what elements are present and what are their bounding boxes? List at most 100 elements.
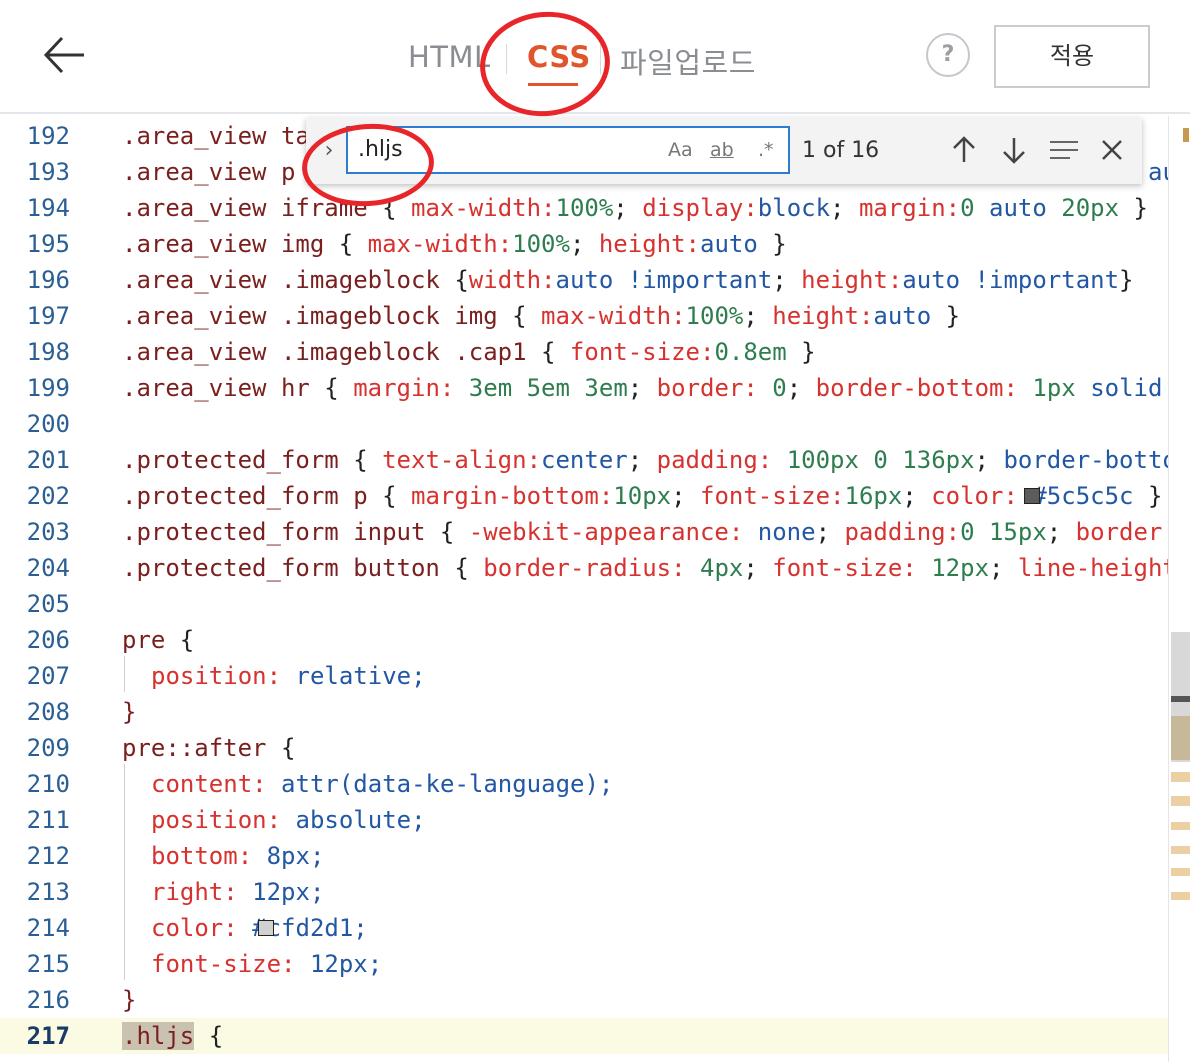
code-line: 199 .area_view hr { margin: 3em 5em 3em;… xyxy=(0,370,1190,406)
line-number: 205 xyxy=(26,590,70,618)
code-text: .area_view .imageblock .cap1 { font-size… xyxy=(122,338,816,366)
minimap-marker xyxy=(1171,796,1190,806)
match-count: 1 of 16 xyxy=(802,138,880,163)
line-number: 208 xyxy=(26,698,70,726)
code-text: content: attr(data-ke-language); xyxy=(151,770,614,798)
line-number: 199 xyxy=(26,374,70,402)
line-number: 209 xyxy=(26,734,70,762)
line-number: 197 xyxy=(26,302,70,330)
code-line: 209 pre::after { xyxy=(0,730,1190,766)
line-number: 207 xyxy=(26,662,70,690)
code-text: pre::after { xyxy=(122,734,296,762)
line-number: 193 xyxy=(26,158,70,186)
minimap-marker xyxy=(1171,772,1190,782)
line-number: 194 xyxy=(26,194,70,222)
next-match-icon[interactable] xyxy=(996,130,1032,170)
line-number: 195 xyxy=(26,230,70,258)
line-number: 192 xyxy=(26,122,70,150)
active-tab-indicator xyxy=(528,83,578,86)
code-line-current: 217 .hljs { xyxy=(0,1018,1190,1054)
code-line: 206 pre { xyxy=(0,622,1190,658)
code-text: .area_view .imageblock {width:auto !impo… xyxy=(122,266,1134,294)
tab-file-upload[interactable]: 파일업로드 xyxy=(620,40,756,82)
code-line: 196 .area_view .imageblock {width:auto !… xyxy=(0,262,1190,298)
regex-toggle[interactable]: .* xyxy=(758,128,774,172)
code-line: 214 color: #cfd2d1; xyxy=(0,910,1190,946)
code-text: .protected_form p { margin-bottom:10px; … xyxy=(122,482,1163,510)
tab-divider xyxy=(506,44,507,74)
chevron-right-icon[interactable]: › xyxy=(316,136,342,166)
code-line: 212 bottom: 8px; xyxy=(0,838,1190,874)
code-text: .protected_form button { border-radius: … xyxy=(122,554,1190,582)
minimap[interactable] xyxy=(1168,116,1190,1062)
code-text: .area_view img { max-width:100%; height:… xyxy=(122,230,787,258)
line-number: 206 xyxy=(26,626,70,654)
find-widget: › .hljs Aa ab .* 1 of 16 xyxy=(306,118,1142,184)
code-text: .area_view p xyxy=(122,158,296,186)
code-line: 195 .area_view img { max-width:100%; hei… xyxy=(0,226,1190,262)
code-line: 213 right: 12px; xyxy=(0,874,1190,910)
code-text: position: relative; xyxy=(151,662,426,690)
code-line: 194 .area_view iframe { max-width:100%; … xyxy=(0,190,1190,226)
line-number: 200 xyxy=(26,410,70,438)
code-text: .protected_form input { -webkit-appearan… xyxy=(122,518,1177,546)
line-number: 201 xyxy=(26,446,70,474)
line-number: 216 xyxy=(26,986,70,1014)
code-line: 205 xyxy=(0,586,1190,622)
match-case-toggle[interactable]: Aa xyxy=(668,128,693,172)
whole-word-toggle[interactable]: ab xyxy=(710,128,734,172)
line-number: 214 xyxy=(26,914,70,942)
code-text: right: 12px; xyxy=(151,878,325,906)
color-swatch xyxy=(258,920,274,936)
code-line: 207 position: relative; xyxy=(0,658,1190,694)
code-line: 210 content: attr(data-ke-language); xyxy=(0,766,1190,802)
code-text: .area_view hr { margin: 3em 5em 3em; bor… xyxy=(122,374,1163,402)
line-number: 212 xyxy=(26,842,70,870)
line-number: 217 xyxy=(26,1022,70,1050)
code-line: 216 } xyxy=(0,982,1190,1018)
find-in-selection-icon[interactable] xyxy=(1046,130,1082,170)
help-icon[interactable]: ? xyxy=(926,33,970,77)
close-icon[interactable] xyxy=(1094,130,1130,170)
line-number: 210 xyxy=(26,770,70,798)
minimap-marker xyxy=(1171,892,1190,900)
tab-html[interactable]: HTML xyxy=(408,40,491,74)
line-number: 198 xyxy=(26,338,70,366)
code-line: 202 .protected_form p { margin-bottom:10… xyxy=(0,478,1190,514)
code-text: pre { xyxy=(122,626,195,654)
tab-css[interactable]: CSS xyxy=(527,40,591,74)
line-number: 202 xyxy=(26,482,70,510)
minimap-marker xyxy=(1171,868,1190,876)
find-input[interactable]: .hljs Aa ab .* xyxy=(346,126,790,174)
minimap-marker xyxy=(1183,128,1189,142)
code-text: position: absolute; xyxy=(151,806,426,834)
code-line: 203 .protected_form input { -webkit-appe… xyxy=(0,514,1190,550)
code-text: .area_view ta xyxy=(122,122,310,150)
code-text: } xyxy=(122,986,137,1014)
line-number: 213 xyxy=(26,878,70,906)
code-text: bottom: 8px; xyxy=(151,842,325,870)
code-line: 198 .area_view .imageblock .cap1 { font-… xyxy=(0,334,1190,370)
code-line: 200 xyxy=(0,406,1190,442)
minimap-marker xyxy=(1171,846,1190,854)
code-text: } xyxy=(122,698,137,726)
code-text: font-size: 12px; xyxy=(151,950,383,978)
code-text: .area_view iframe { max-width:100%; disp… xyxy=(122,194,1148,222)
apply-button[interactable]: 적용 xyxy=(994,25,1150,88)
line-number: 204 xyxy=(26,554,70,582)
code-line: 208 } xyxy=(0,694,1190,730)
code-line: 204 .protected_form button { border-radi… xyxy=(0,550,1190,586)
line-number: 215 xyxy=(26,950,70,978)
line-number: 203 xyxy=(26,518,70,546)
previous-match-icon[interactable] xyxy=(946,130,982,170)
code-editor[interactable]: 192 .area_view ta 193 .area_view p aut 1… xyxy=(0,116,1190,1062)
code-line: 197 .area_view .imageblock img { max-wid… xyxy=(0,298,1190,334)
code-line: 215 font-size: 12px; xyxy=(0,946,1190,982)
minimap-marker xyxy=(1171,696,1190,702)
top-bar: HTML CSS 파일업로드 ? 적용 xyxy=(0,0,1190,114)
minimap-marker xyxy=(1171,716,1190,760)
code-text: .protected_form { text-align:center; pad… xyxy=(122,446,1190,474)
line-number: 196 xyxy=(26,266,70,294)
color-swatch xyxy=(1024,488,1040,504)
code-line: 201 .protected_form { text-align:center;… xyxy=(0,442,1190,478)
